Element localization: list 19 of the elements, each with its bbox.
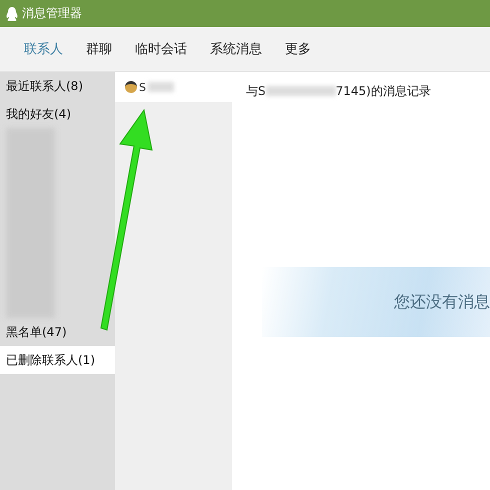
contact-item[interactable]: S [115, 72, 232, 102]
group-item[interactable]: 我的好友(4) [0, 100, 115, 128]
tab[interactable]: 联系人 [24, 40, 63, 58]
group-item[interactable]: 黑名单(47) [0, 318, 115, 346]
blurred-block [148, 82, 174, 92]
blurred-block [266, 86, 336, 96]
group-item[interactable]: 最近联系人(8) [0, 72, 115, 100]
tab[interactable]: 更多 [285, 40, 311, 58]
tab[interactable]: 系统消息 [210, 40, 262, 58]
group-item[interactable]: 已删除联系人(1) [0, 346, 115, 374]
tab[interactable]: 临时会话 [135, 40, 187, 58]
avatar-icon [125, 81, 137, 93]
contact-name: S [139, 80, 146, 94]
record-title: 7145)的消息记录 [336, 82, 431, 100]
window-title: 消息管理器 [22, 5, 82, 22]
empty-message: 您还没有消息 [394, 292, 490, 312]
penguin-icon [6, 6, 18, 20]
record-title: 与S [246, 82, 266, 100]
tab[interactable]: 群聊 [86, 40, 112, 58]
